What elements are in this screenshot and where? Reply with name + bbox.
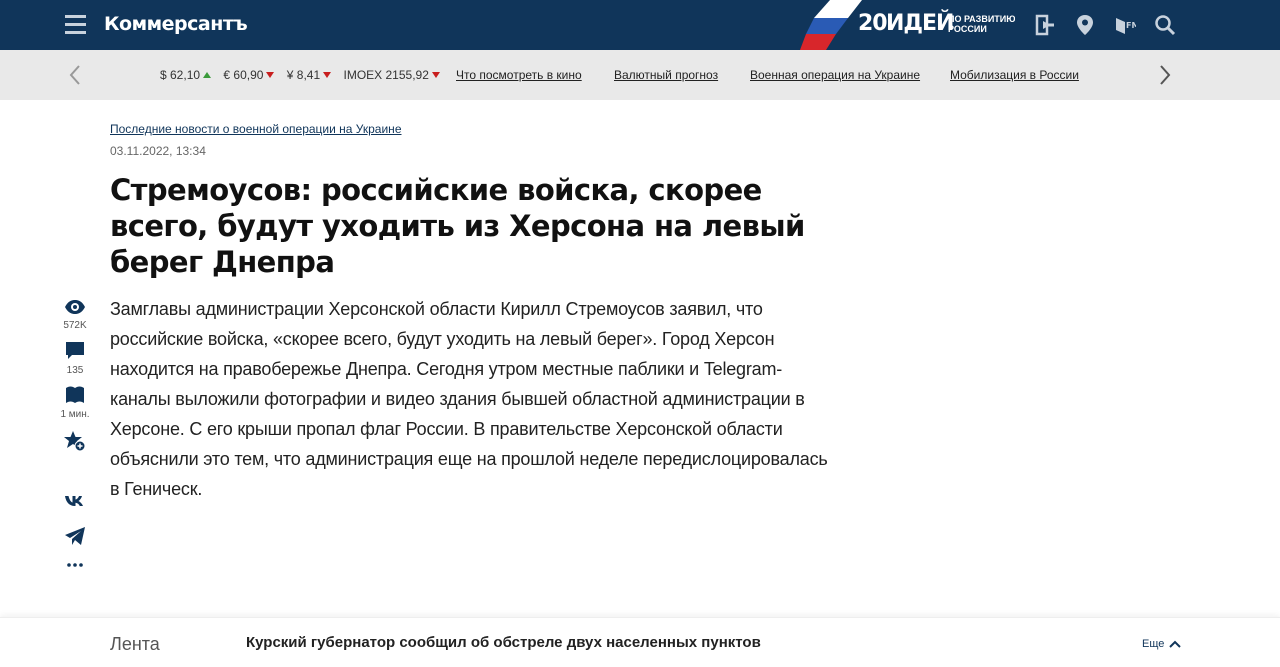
- eye-icon: [65, 300, 85, 314]
- feed-headline[interactable]: Курский губернатор сообщил об обстреле д…: [246, 634, 761, 651]
- top-navigation-bar: Коммерсантъ 20 ИДЕЙ ПО РАЗВИТИЮ РОССИИ F…: [0, 0, 1280, 50]
- feed-more-button[interactable]: Еще: [1142, 638, 1164, 650]
- location-icon[interactable]: [1074, 14, 1096, 36]
- chevron-up-icon[interactable]: [1168, 639, 1182, 649]
- ticker-link-currency-forecast[interactable]: Валютный прогноз: [614, 68, 718, 82]
- feed-title: Лента: [110, 634, 160, 654]
- comments-icon[interactable]: [64, 340, 86, 362]
- rate-cny[interactable]: ¥ 8,41: [287, 68, 332, 82]
- telegram-share-icon[interactable]: [64, 525, 86, 547]
- rate-eur[interactable]: € 60,90: [223, 68, 275, 82]
- article-rubric-link[interactable]: Последние новости о военной операции на …: [110, 122, 402, 136]
- vk-share-icon[interactable]: [64, 490, 86, 512]
- promo-banner[interactable]: 20 ИДЕЙ ПО РАЗВИТИЮ РОССИИ: [800, 0, 1015, 50]
- rate-usd[interactable]: $ 62,10: [160, 68, 212, 82]
- views-count: 572K: [63, 320, 87, 331]
- search-icon[interactable]: [1154, 14, 1176, 36]
- article-date: 03.11.2022, 13:34: [110, 144, 206, 158]
- trend-down-icon: [323, 72, 332, 78]
- currency-rates: $ 62,10 € 60,90 ¥ 8,41 IMOEX 2155,92: [160, 68, 449, 82]
- trend-down-icon: [431, 72, 440, 78]
- ticker-link-military-operation[interactable]: Военная операция на Украине: [750, 68, 920, 82]
- book-icon: [66, 386, 84, 403]
- ticker-bar: $ 62,10 € 60,90 ¥ 8,41 IMOEX 2155,92 Что…: [0, 50, 1280, 100]
- ticker-link-mobilization[interactable]: Мобилизация в России: [950, 68, 1079, 82]
- svg-text:FM: FM: [1126, 21, 1136, 30]
- promo-number: 20: [858, 11, 888, 36]
- news-feed-bar: Лента Курский губернатор сообщил об обст…: [0, 617, 1280, 667]
- comments-count[interactable]: 135: [55, 365, 95, 376]
- radio-fm-icon[interactable]: FM: [1114, 14, 1136, 36]
- site-logo[interactable]: Коммерсантъ: [104, 13, 248, 35]
- login-icon[interactable]: [1034, 14, 1056, 36]
- promo-word: ИДЕЙ: [886, 11, 954, 36]
- article-lead: Замглавы администрации Херсонской област…: [110, 299, 828, 499]
- article-title: Стремоусов: российские войска, скорее вс…: [110, 173, 805, 279]
- add-favorite-icon[interactable]: [64, 430, 86, 452]
- trend-down-icon: [266, 72, 275, 78]
- chevron-right-icon[interactable]: [1158, 64, 1172, 86]
- menu-icon[interactable]: [65, 15, 86, 35]
- ticker-link-cinema[interactable]: Что посмотреть в кино: [456, 68, 582, 82]
- more-options-icon[interactable]: [64, 554, 86, 576]
- rate-imoex[interactable]: IMOEX 2155,92: [344, 68, 440, 82]
- reading-time: 1 мин.: [60, 409, 90, 420]
- trend-up-icon: [203, 72, 212, 78]
- chevron-left-icon[interactable]: [68, 64, 82, 86]
- promo-subtitle: ПО РАЗВИТИЮ РОССИИ: [948, 14, 1015, 34]
